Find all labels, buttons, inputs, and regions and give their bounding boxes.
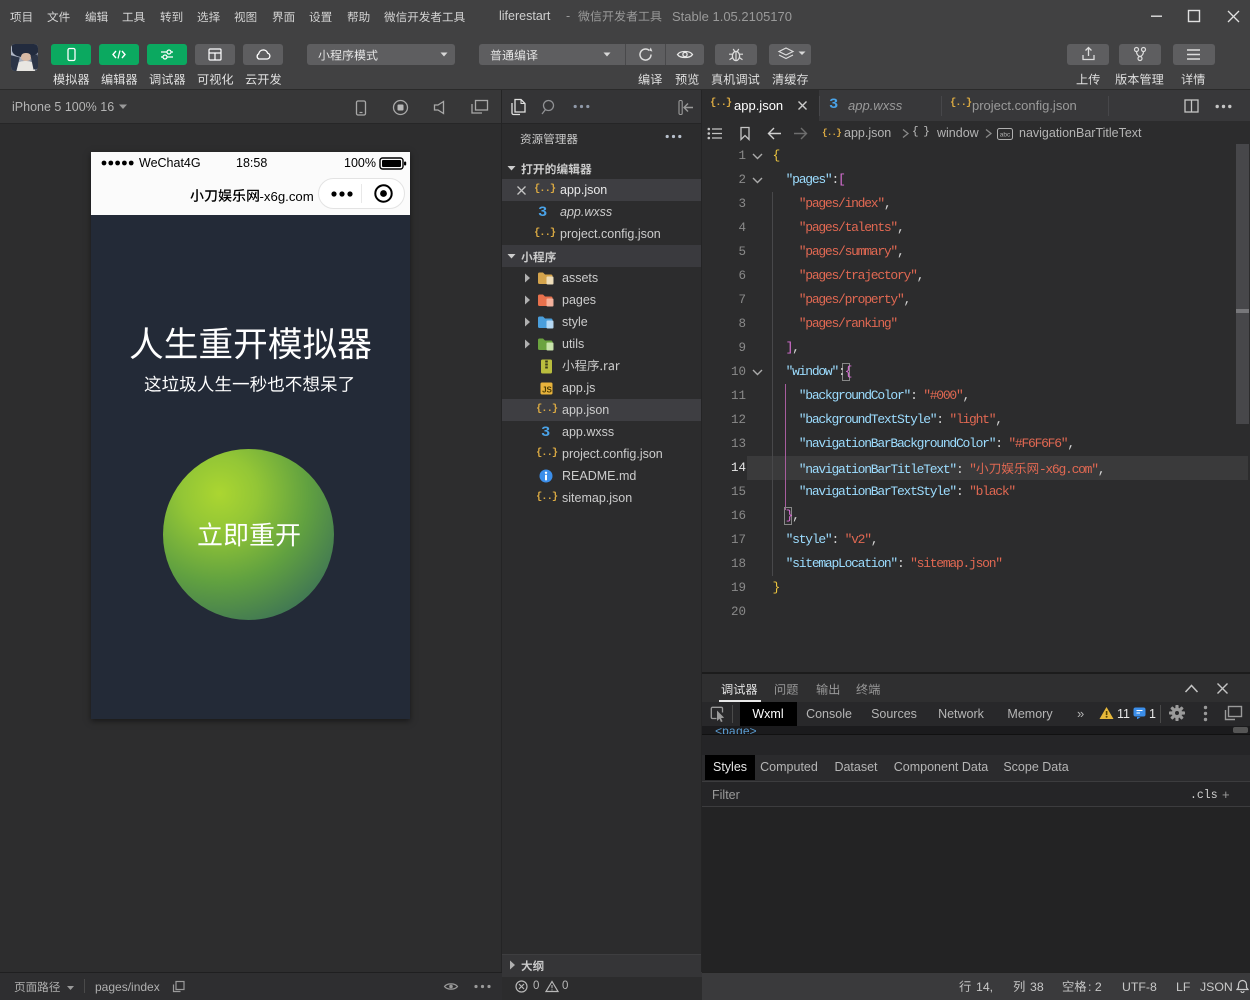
svg-text:abc: abc	[1000, 132, 1011, 139]
svg-text:JS: JS	[542, 386, 552, 395]
